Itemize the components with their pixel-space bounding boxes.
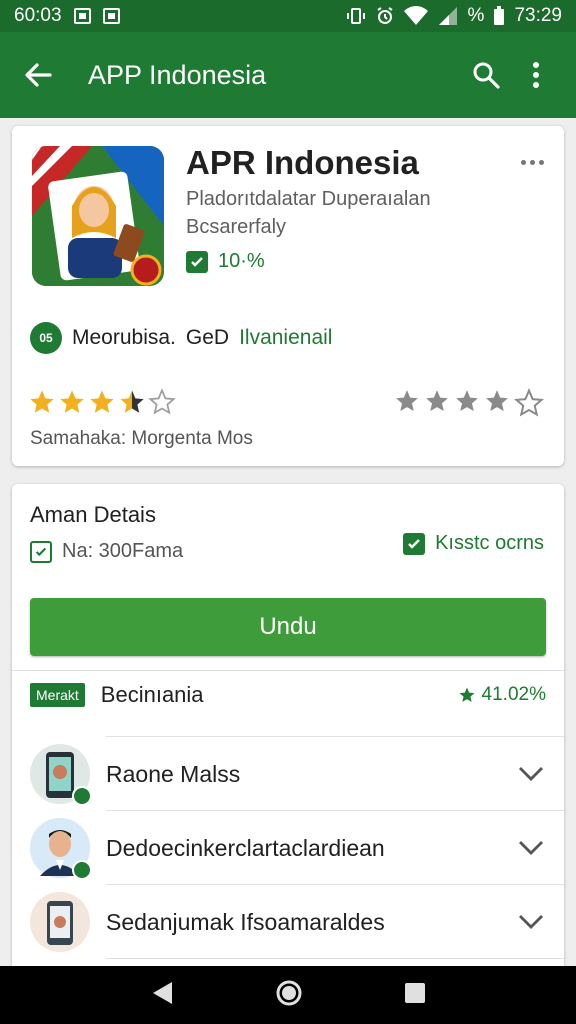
chevron-down-icon[interactable]: [516, 759, 546, 789]
divider: [106, 810, 564, 811]
app-bar-title: APP Indonesia: [88, 59, 267, 90]
list-item-label: Raone Malss: [106, 760, 241, 787]
details-tag[interactable]: Kısstc ocrns: [403, 532, 544, 555]
developer-name[interactable]: Pladorıtdalatar Duperaıalan: [186, 188, 431, 211]
navigation-bar: [0, 966, 576, 1024]
download-button[interactable]: Undu: [30, 598, 546, 656]
battery-icon: [494, 6, 505, 25]
search-icon[interactable]: [464, 53, 508, 97]
check-icon: [403, 532, 426, 555]
developer-subtitle: Bcsarerfaly: [186, 216, 287, 238]
section-tag: Merakt: [30, 683, 85, 707]
alarm-icon: [376, 7, 393, 24]
divider: [106, 958, 564, 959]
details-sub-text: Na: 300Fama: [62, 540, 184, 562]
app-bar: APP Indonesia: [0, 32, 576, 118]
status-bar: 60:03 % 73:29: [0, 0, 576, 32]
details-title: Aman Detais: [30, 502, 156, 527]
rating-stars: [28, 388, 176, 416]
star-icon: [60, 390, 84, 413]
meta-text: Meorubisa.: [72, 326, 176, 349]
empty-star-icon[interactable]: [514, 388, 544, 418]
signal-icon: [438, 7, 457, 25]
star-icon[interactable]: [454, 388, 480, 414]
details-sub-row: Na: 300Fama: [30, 540, 183, 563]
star-icon: [90, 390, 114, 413]
more-options-icon[interactable]: [521, 160, 544, 165]
list-item[interactable]: Sedanjumak Ifsoamaraldes: [30, 886, 546, 958]
status-time: 73:29: [514, 5, 562, 26]
person-avatar: [30, 818, 92, 880]
star-icon: [30, 390, 54, 413]
half-star-icon: [120, 390, 144, 413]
list-item-label: Dedoecinkerclartaclardiean: [106, 834, 385, 861]
battery-text: %: [467, 5, 485, 26]
rate-this-stars[interactable]: [394, 388, 544, 418]
section-stat: 41.02%: [458, 684, 546, 706]
divider: [106, 736, 564, 737]
status-left-text: 60:03: [14, 5, 62, 26]
meta-code: GeD: [185, 326, 230, 349]
wifi-icon: [403, 6, 428, 26]
chevron-down-icon[interactable]: [516, 907, 546, 937]
phone-avatar: [30, 744, 92, 806]
details-tag-text: Kısstc ocrns: [435, 532, 544, 554]
home-nav-icon[interactable]: [275, 979, 303, 1012]
star-icon[interactable]: [484, 388, 510, 414]
star-icon[interactable]: [424, 388, 450, 414]
notification-icon: [102, 8, 120, 24]
meta-row: 05 Meorubisa. GeD Ilvanienail: [30, 322, 332, 354]
section-stat-value: 41.02%: [481, 684, 546, 705]
notification-icon: [73, 8, 91, 24]
list-item[interactable]: Raone Malss: [30, 738, 546, 810]
star-icon: [459, 687, 475, 702]
app-icon[interactable]: [32, 146, 164, 286]
divider: [12, 670, 564, 671]
check-icon: [30, 540, 52, 563]
section-title: Becinıania: [100, 682, 204, 707]
divider: [106, 884, 564, 885]
badge-icon: [72, 860, 92, 880]
percent-row: 10·%: [186, 250, 265, 273]
phone-avatar: [30, 892, 90, 952]
app-header-card: APR Indonesia Pladorıtdalatar Duperaıala…: [12, 126, 564, 466]
badge-icon: [72, 786, 92, 806]
meta-badge: 05: [30, 322, 62, 354]
percent-value: 10·%: [218, 250, 265, 272]
back-nav-icon[interactable]: [150, 980, 174, 1011]
star-icon[interactable]: [394, 388, 420, 414]
list-item-label: Sedanjumak Ifsoamaraldes: [106, 908, 385, 935]
app-name: APR Indonesia: [186, 144, 419, 181]
back-arrow-icon[interactable]: [18, 55, 58, 95]
details-card: Aman Detais Na: 300Fama Kısstc ocrns Und…: [12, 484, 564, 974]
section-header-row[interactable]: Merakt Becinıania 41.02%: [30, 682, 546, 708]
rating-caption: Samahaka: Morgenta Mos: [30, 428, 253, 449]
more-vert-icon[interactable]: [514, 53, 558, 97]
check-icon: [186, 250, 208, 273]
recents-nav-icon[interactable]: [404, 982, 426, 1009]
chevron-down-icon[interactable]: [516, 833, 546, 863]
empty-star-icon: [148, 388, 176, 415]
meta-highlight[interactable]: Ilvanienail: [239, 326, 332, 350]
list-item[interactable]: Dedoecinkerclartaclardiean: [30, 812, 546, 884]
vibrate-icon: [346, 8, 365, 24]
